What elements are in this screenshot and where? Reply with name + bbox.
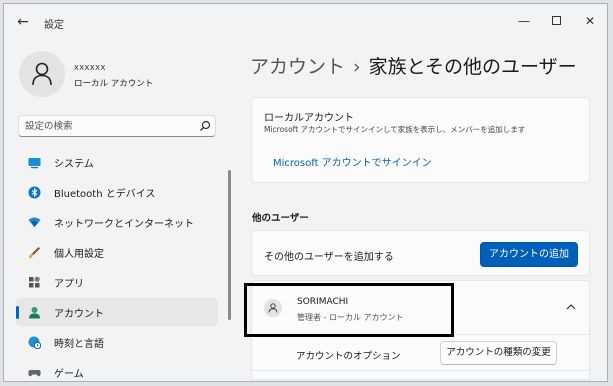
search-box[interactable]	[18, 115, 216, 137]
search-icon[interactable]	[199, 120, 211, 132]
account-options-row: アカウントのオプション アカウントの種類の変更	[251, 335, 590, 380]
brush-icon	[29, 247, 40, 258]
divider	[251, 370, 590, 371]
sidebar-scrollbar[interactable]	[228, 170, 231, 320]
title-bar: ← 設定 — ✕	[4, 4, 607, 40]
microsoft-signin-link[interactable]: Microsoft アカウントでサインイン	[273, 154, 432, 169]
user-account-type: ローカル アカウント	[74, 79, 154, 89]
minimize-button[interactable]: —	[510, 10, 538, 32]
sidebar-item-apps[interactable]: アプリ	[16, 268, 218, 296]
globe-clock-icon	[28, 336, 41, 349]
network-icon	[28, 217, 41, 227]
maximize-icon	[551, 16, 561, 25]
selection-indicator	[16, 306, 19, 319]
account-options-label: アカウントのオプション	[296, 351, 401, 362]
sidebar-item-bluetooth[interactable]: Bluetooth とデバイス	[16, 178, 218, 206]
sidebar-item-accounts[interactable]: アカウント	[16, 298, 218, 326]
add-user-card: その他のユーザーを追加する アカウントの追加	[251, 230, 590, 276]
local-account-description: Microsoft アカウントでサインインして家族を表示し、メンバーを追加します	[264, 125, 526, 134]
local-account-card: ローカルアカウント Microsoft アカウントでサインインして家族を表示し、…	[251, 97, 590, 183]
close-button[interactable]: ✕	[576, 10, 604, 32]
account-icon	[29, 307, 40, 319]
maximize-button[interactable]	[542, 10, 570, 32]
system-icon	[28, 158, 41, 169]
breadcrumb-chevron-icon: ›	[353, 56, 361, 78]
breadcrumb: アカウント › 家族とその他のユーザー	[250, 52, 577, 79]
sidebar-item-label: 時刻と言語	[54, 339, 104, 350]
sidebar-item-label: アプリ	[54, 279, 84, 290]
gamepad-icon	[28, 370, 41, 377]
highlight-annotation-box	[244, 283, 454, 337]
local-account-title: ローカルアカウント	[264, 113, 354, 124]
settings-window: ← 設定 — ✕ XXXXXX ローカル アカウント 設定の検索 システム Bl…	[3, 3, 608, 382]
breadcrumb-parent[interactable]: アカウント	[250, 56, 345, 78]
person-icon	[32, 62, 52, 86]
back-arrow-icon: ←	[17, 14, 29, 30]
sidebar-item-label: 個人用設定	[54, 249, 104, 260]
avatar[interactable]	[19, 51, 65, 97]
other-users-heading: 他のユーザー	[252, 213, 309, 224]
apps-icon	[29, 276, 41, 288]
close-icon: ✕	[584, 14, 596, 28]
sidebar-item-label: アカウント	[54, 309, 104, 320]
sidebar-item-label: システム	[54, 159, 94, 170]
add-user-label: その他のユーザーを追加する	[264, 252, 394, 263]
sidebar-item-label: Bluetooth とデバイス	[54, 189, 156, 200]
sidebar-item-gaming[interactable]: ゲーム	[16, 358, 218, 381]
bluetooth-icon	[28, 186, 41, 199]
back-button[interactable]: ←	[12, 12, 34, 32]
page-title: 家族とその他のユーザー	[368, 56, 577, 78]
minimize-icon: —	[518, 14, 530, 28]
search-input[interactable]	[25, 119, 195, 134]
sidebar-item-personalization[interactable]: 個人用設定	[16, 238, 218, 266]
sidebar-item-label: ゲーム	[54, 369, 84, 380]
sidebar-item-time-language[interactable]: 時刻と言語	[16, 328, 218, 356]
add-account-button[interactable]: アカウントの追加	[480, 242, 578, 267]
sidebar-item-label: ネットワークとインターネット	[54, 219, 194, 230]
chevron-up-icon[interactable]	[566, 303, 576, 311]
sidebar-item-network[interactable]: ネットワークとインターネット	[16, 208, 218, 236]
change-account-type-button[interactable]: アカウントの種類の変更	[440, 341, 557, 365]
user-name: XXXXXX	[74, 64, 106, 72]
window-title: 設定	[44, 20, 64, 31]
sidebar-item-system[interactable]: システム	[16, 148, 218, 176]
